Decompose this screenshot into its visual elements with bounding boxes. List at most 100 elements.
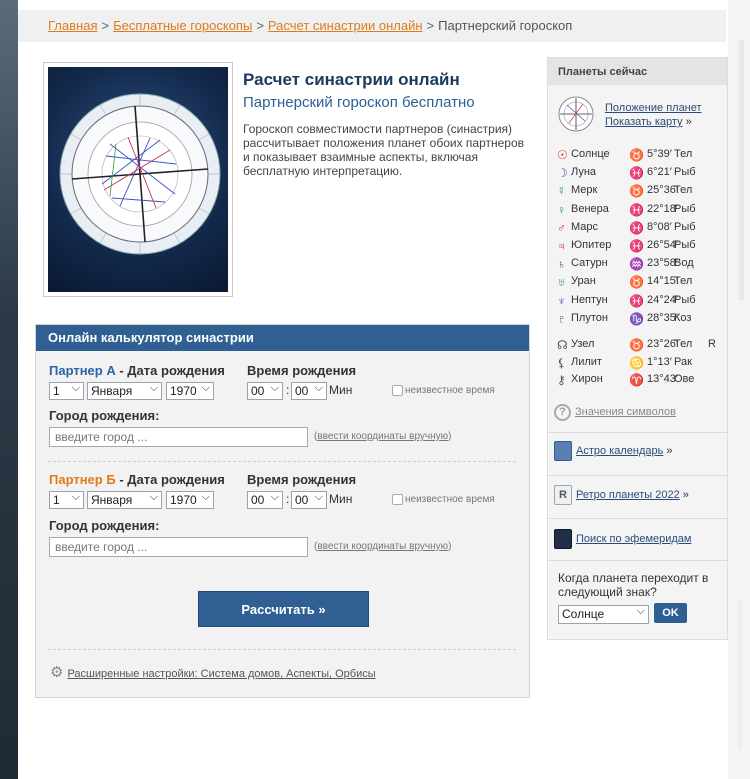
sidebar.planets-row: ♄ Сатурн ♒ 23°58′ Вод	[557, 257, 725, 274]
synastry-calculator: Онлайн калькулятор синастрии Партнер А -…	[35, 324, 530, 698]
planet-name: Нептун	[571, 293, 608, 306]
sidebar-header: Планеты сейчас	[548, 58, 727, 85]
partner-b-month-select[interactable]: Января	[87, 491, 162, 509]
zodiac-icon: ♈	[629, 373, 644, 387]
sidebar.planets-row: ♅ Уран ♉ 14°15′ Тел	[557, 275, 725, 292]
planet-glyph-icon: ♄	[557, 257, 566, 272]
planet-sign: Рыб	[674, 202, 696, 215]
chart-wheel-icon[interactable]	[557, 95, 595, 136]
planet-sign: Рыб	[674, 293, 696, 306]
partner-a-month-select[interactable]: Января	[87, 382, 162, 400]
planet-degree: 6°21′	[647, 166, 672, 179]
planet-glyph-icon: ☿	[557, 184, 566, 199]
planet-glyph-icon: ♀	[557, 202, 566, 217]
sidebar.planets-row: ♇ Плутон ♑ 28°35′ Коз	[557, 312, 725, 329]
zodiac-icon: ♉	[629, 184, 644, 199]
partner-a-label: Партнер А	[49, 363, 116, 378]
ok-button[interactable]: OK	[654, 603, 687, 623]
astro-calendar-row[interactable]: Астро календарь »	[554, 441, 673, 461]
zodiac-icon: ♉	[629, 338, 644, 352]
planet-glyph-icon: ♇	[557, 311, 566, 326]
partner-a-city-input[interactable]: введите город ...	[49, 427, 308, 447]
unknown-time-checkbox[interactable]	[392, 385, 403, 396]
partner-b-label: Партнер Б	[49, 472, 116, 487]
planet-name: Солнце	[571, 148, 610, 160]
partner-b-dob-label: Партнер Б - Дата рождения	[49, 472, 225, 487]
zodiac-icon: ♓	[629, 220, 644, 235]
partner-b-unknown-time[interactable]: неизвестное время	[392, 494, 495, 505]
breadcrumb-synastry[interactable]: Расчет синастрии онлайн	[268, 18, 423, 33]
planet-name: Мерк	[571, 184, 598, 197]
planet-select[interactable]: Солнце	[558, 605, 649, 624]
page-subtitle: Партнерский гороскоп бесплатно	[243, 94, 475, 111]
planet-glyph-icon: ♃	[557, 239, 566, 253]
planet-name: Марс	[571, 220, 599, 233]
partner-b-city-input[interactable]: введите город ...	[49, 537, 308, 557]
partner-a-day-select[interactable]: 1	[49, 382, 84, 400]
planet-name: Лилит	[571, 355, 602, 368]
sidebar.planets-row: ☉ Солнце ♉ 5°39′ Тел	[557, 148, 725, 165]
ephemeris-icon	[554, 529, 572, 549]
partner-b-hour-select[interactable]: 00	[247, 491, 283, 509]
background-right	[728, 0, 750, 779]
planet-degree: 8°08′	[647, 220, 672, 233]
sidebar.points-row: ☊ Узел ♉ 23°26′ Тел R	[557, 338, 725, 355]
partner-a-unknown-time[interactable]: неизвестное время	[392, 385, 495, 396]
planet-sign: Рак	[674, 355, 692, 368]
show-map-link[interactable]: Показать карту	[605, 116, 683, 128]
planet-sign: Вод	[674, 257, 694, 270]
zodiac-icon: ♉	[629, 275, 644, 290]
partner-a-manual-coords[interactable]: (ввести координаты вручную)	[314, 431, 451, 442]
advanced-settings[interactable]: ⚙ Расширенные настройки: Система домов, А…	[50, 663, 376, 681]
page-description: Гороскоп совместимости партнеров (синаст…	[243, 122, 525, 178]
zodiac-icon: ♋	[629, 355, 644, 370]
zodiac-icon: ♓	[629, 166, 644, 181]
planet-name: Луна	[571, 166, 597, 179]
show-map-row: Показать карту »	[605, 116, 692, 128]
partner-a-year-select[interactable]: 1970	[166, 382, 214, 400]
partner-b-day-select[interactable]: 1	[49, 491, 84, 509]
partner-b-minute-select[interactable]: 00	[291, 491, 327, 509]
sidebar.planets-row: ☿ Мерк ♉ 25°36′ Тел	[557, 184, 725, 201]
time-colon: :	[286, 383, 290, 397]
breadcrumb-home[interactable]: Главная	[48, 18, 97, 33]
planet-degree: 1°13′	[647, 355, 672, 368]
partner-a-dob-label: Партнер А - Дата рождения	[49, 363, 225, 378]
sidebar.planets-row: ☽ Луна ♓ 6°21′ Рыб	[557, 166, 725, 183]
planet-name: Хирон	[571, 373, 603, 385]
planet-glyph-icon: ☽	[557, 166, 568, 181]
planet-glyph-icon: ♆	[557, 293, 566, 308]
breadcrumb-current: Партнерский гороскоп	[438, 18, 573, 33]
partner-b-year-select[interactable]: 1970	[166, 491, 214, 509]
planet-glyph-icon: ♂	[557, 220, 566, 235]
partner-b-manual-coords[interactable]: (ввести координаты вручную)	[314, 541, 451, 552]
retrograde-flag: R	[708, 338, 716, 350]
breadcrumb-free-horoscopes[interactable]: Бесплатные гороскопы	[113, 18, 252, 33]
calendar-icon	[554, 441, 572, 461]
section-divider	[48, 649, 516, 650]
sidebar.planets-row: ♀ Венера ♓ 22°18′ Рыб	[557, 203, 725, 220]
planet-glyph-icon: ☉	[557, 148, 568, 162]
min-label: Мин	[329, 383, 353, 397]
partner-a-hour-select[interactable]: 00	[247, 382, 283, 400]
planet-glyph-icon: ⚷	[557, 373, 566, 387]
partner-a-minute-select[interactable]: 00	[291, 382, 327, 400]
symbols-row[interactable]: ? Значения символов	[554, 404, 676, 421]
partner-b-time-label: Время рождения	[247, 472, 357, 487]
min-label: Мин	[329, 492, 353, 506]
zodiac-icon: ♓	[629, 239, 644, 253]
background-left	[0, 0, 20, 779]
breadcrumb-bar: Главная > Бесплатные гороскопы > Расчет сина…	[18, 10, 726, 42]
retro-planets-row[interactable]: R Ретро планеты 2022 »	[554, 485, 689, 505]
page-title: Расчет синастрии онлайн	[243, 70, 460, 89]
partner-b-city-label: Город рождения:	[49, 518, 160, 533]
zodiac-icon: ♑	[629, 311, 644, 326]
planet-positions-link[interactable]: Положение планет	[605, 102, 702, 114]
calculate-button[interactable]: Рассчитать »	[198, 591, 369, 627]
planet-sign: Тел	[674, 338, 693, 350]
ephemeris-row[interactable]: Поиск по эфемеридам	[554, 529, 692, 549]
planet-sign: Коз	[674, 311, 692, 324]
section-divider	[48, 461, 516, 462]
unknown-time-checkbox[interactable]	[392, 494, 403, 505]
partner-a-time-label: Время рождения	[247, 363, 357, 378]
